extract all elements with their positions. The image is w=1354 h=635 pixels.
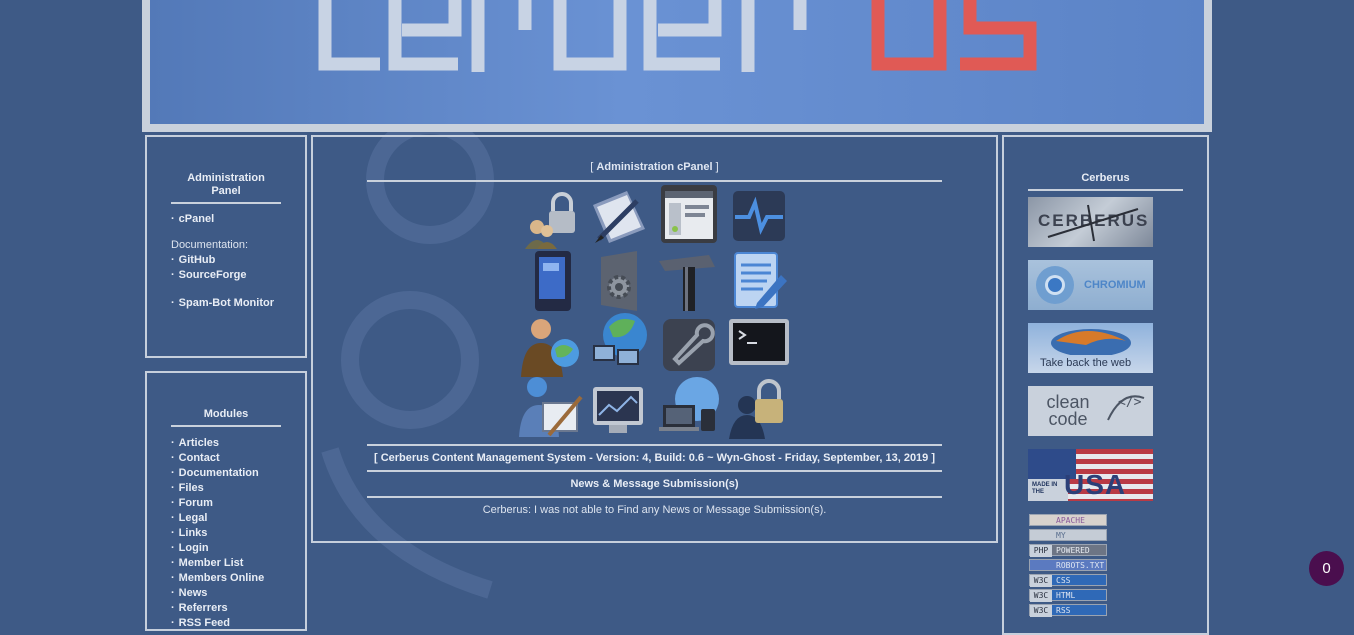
clean-code-banner[interactable]: clean code </>: [1028, 386, 1153, 436]
chromium-banner[interactable]: CHROMIUM: [1028, 260, 1153, 310]
settings-door-icon[interactable]: [587, 251, 651, 313]
svg-text:</>: </>: [1118, 395, 1142, 410]
bullet: ·: [171, 587, 175, 599]
header-banner: [150, 0, 1204, 124]
divider: [367, 496, 942, 498]
phone-device-icon[interactable]: [519, 251, 583, 313]
users-lock-icon[interactable]: [519, 189, 583, 251]
sword-icon: [1047, 204, 1139, 242]
modules-list: · Articles · Contact · Documentation · Files · Fo…: [171, 436, 301, 631]
cpanel-heading-link[interactable]: Administration cPanel: [596, 161, 712, 173]
modules-panel-title: Modules: [171, 408, 281, 427]
php-badge[interactable]: PHP POWERED: [1029, 544, 1107, 557]
code-icon: </>: [1107, 395, 1145, 421]
notification-counter[interactable]: 0: [1309, 551, 1344, 586]
news-message: Cerberus: I was not able to Find any New…: [482, 504, 827, 516]
cerberus-panel: Cerberus CERBERUS CHROMIUM Take back the…: [1002, 135, 1209, 635]
firefox-banner[interactable]: Take back the web: [1028, 323, 1153, 373]
bullet: ·: [171, 512, 175, 524]
bullet: ·: [171, 467, 175, 479]
module-link[interactable]: · Forum: [171, 496, 301, 511]
robots-badge[interactable]: ROBOTS.TXT: [1029, 559, 1107, 571]
sourceforge-link[interactable]: · SourceForge: [171, 268, 301, 283]
devices-globe-icon[interactable]: [657, 375, 721, 437]
w3c-html-badge[interactable]: W3C HTML: [1029, 589, 1107, 602]
module-link[interactable]: · Members Online: [171, 571, 301, 586]
cpanel-main: [ Administration cPanel ] [Cerberus Con…: [311, 135, 998, 543]
network-globe-icon[interactable]: [587, 311, 651, 373]
cerberus-banner[interactable]: CERBERUS: [1028, 197, 1153, 247]
w3c-rss-badge[interactable]: W3C RSS: [1029, 604, 1107, 617]
cerberus-logo: [318, 0, 1037, 72]
firefox-icon: [1051, 329, 1131, 355]
admin-panel-title: Administration Panel: [171, 172, 281, 204]
bullet: ·: [171, 542, 175, 554]
bullet: ·: [171, 482, 175, 494]
module-link[interactable]: · News: [171, 586, 301, 601]
site-header: [142, 0, 1212, 132]
bullet: ·: [171, 602, 175, 614]
divider: [367, 180, 942, 182]
modules-panel: Modules · Articles · Contact · Documentation ·…: [145, 371, 307, 631]
made-in-usa-banner[interactable]: MADE IN THE USA: [1028, 449, 1153, 501]
terminal-icon[interactable]: [727, 315, 791, 377]
module-link[interactable]: · Links: [171, 526, 301, 541]
bullet: ·: [171, 497, 175, 509]
bullet: ·: [171, 437, 175, 449]
module-link[interactable]: · RSS Feed: [171, 616, 301, 631]
cpanel-icon-grid: [519, 185, 795, 439]
user-lock-icon[interactable]: [727, 377, 791, 439]
monitor-screen-icon[interactable]: [587, 381, 651, 443]
module-link[interactable]: · Files: [171, 481, 301, 496]
hammer-tool-icon[interactable]: [657, 251, 721, 313]
bullet: ·: [171, 527, 175, 539]
wrench-icon[interactable]: [657, 315, 721, 377]
module-link[interactable]: · Login: [171, 541, 301, 556]
admin-panel: Administration Panel · cPanel Documentati…: [145, 135, 307, 358]
apache-badge[interactable]: APACHE: [1029, 514, 1107, 526]
module-link[interactable]: · Legal: [171, 511, 301, 526]
cpanel-link[interactable]: · cPanel: [171, 212, 301, 227]
w3c-css-badge[interactable]: W3C CSS: [1029, 574, 1107, 587]
mysql-badge[interactable]: MY: [1029, 529, 1107, 541]
user-paint-icon[interactable]: [519, 377, 583, 439]
news-heading: News & Message Submission(s): [570, 478, 739, 490]
module-link[interactable]: · Contact: [171, 451, 301, 466]
bullet: ·: [171, 452, 175, 464]
chromium-icon: [1036, 266, 1074, 304]
window-settings-icon[interactable]: [657, 183, 721, 245]
spam-bot-monitor-link[interactable]: · Spam-Bot Monitor: [171, 296, 301, 311]
module-link[interactable]: · Member List: [171, 556, 301, 571]
divider: [367, 470, 942, 472]
module-link[interactable]: · Articles: [171, 436, 301, 451]
documentation-label: Documentation:: [171, 239, 249, 251]
bullet: ·: [171, 557, 175, 569]
divider: [367, 444, 942, 446]
module-link[interactable]: · Documentation: [171, 466, 301, 481]
github-link[interactable]: · GitHub: [171, 253, 301, 268]
cerberus-panel-title: Cerberus: [1028, 172, 1183, 191]
version-info: [ Cerberus Content Management System - V…: [373, 452, 936, 464]
cpanel-heading: [ Administration cPanel ]: [590, 161, 719, 173]
document-edit-icon[interactable]: [727, 251, 791, 313]
user-globe-icon[interactable]: [519, 315, 583, 377]
bullet: ·: [171, 572, 175, 584]
edit-folder-icon[interactable]: [587, 185, 651, 247]
activity-monitor-icon[interactable]: [727, 189, 791, 251]
module-link[interactable]: · Referrers: [171, 601, 301, 616]
